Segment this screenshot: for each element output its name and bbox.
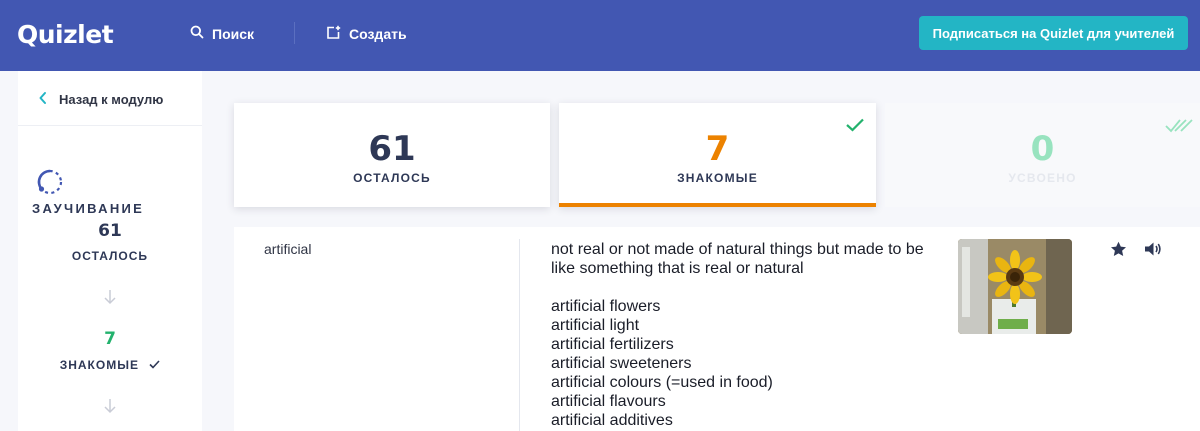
term-row: artificial not real or not made of natur… [234,227,1200,431]
remaining-stat-card: 61 ОСТАЛОСЬ [234,103,550,207]
search-icon [190,25,204,42]
term-example: artificial additives [551,412,673,429]
check-icon [149,358,160,372]
mastered-stat-card: 0 УСВОЕНО [885,103,1200,207]
back-to-set-label: Назад к модулю [59,92,164,107]
term-example: artificial fertilizers [551,336,674,353]
star-icon[interactable] [1110,241,1127,262]
sidebar-remaining-count: 61 [98,221,122,241]
search-nav-label: Поиск [212,25,255,42]
familiar-count: 7 [705,129,730,169]
nav-divider [294,22,295,44]
term-example: artificial colours (=used in food) [551,374,773,391]
learn-mode-icon [35,167,65,202]
create-nav-label: Создать [349,26,407,42]
familiar-stat-card: 7 ЗНАКОМЫЕ [559,103,876,207]
term-definition-block: not real or not made of natural things b… [551,240,931,430]
term-word: artificial [264,241,312,257]
mastered-label: УСВОЕНО [1008,171,1077,185]
sidebar-familiar-count: 7 [104,329,116,349]
quizlet-logo[interactable]: Quizlet [17,20,114,49]
arrow-down-icon [103,289,117,310]
chevron-left-icon [38,91,48,110]
create-nav-button[interactable]: Создать [326,25,407,43]
term-image[interactable] [958,239,1072,334]
term-example: artificial light [551,317,640,334]
term-divider [519,239,520,431]
back-to-set-link[interactable]: Назад к модулю [18,71,202,126]
familiar-label: ЗНАКОМЫЕ [677,171,758,185]
familiar-active-bar [559,203,876,207]
arrow-down-icon [103,398,117,419]
term-definition: not real or not made of natural things b… [551,241,924,277]
sidebar-familiar-label: ЗНАКОМЫЕ [59,358,139,372]
top-header: Quizlet Поиск Создать Подписаться на Qui… [0,0,1200,71]
mastered-count: 0 [1030,129,1055,169]
sidebar-familiar-row: ЗНАКОМЫЕ [18,358,202,372]
audio-icon[interactable] [1144,241,1162,262]
learn-sidebar: Назад к модулю ЗАУЧИВАНИЕ 61 ОСТАЛОСЬ 7 … [18,71,202,431]
remaining-label: ОСТАЛОСЬ [353,171,431,185]
term-example: artificial flowers [551,298,661,315]
remaining-count: 61 [368,129,416,169]
create-set-icon [326,25,341,43]
teacher-subscribe-button[interactable]: Подписаться на Quizlet для учителей [919,16,1188,50]
term-examples: artificial flowers artificial light arti… [551,297,931,430]
search-nav-button[interactable]: Поиск [190,25,254,42]
sidebar-remaining-label: ОСТАЛОСЬ [71,249,149,263]
learn-mode-title: ЗАУЧИВАНИЕ [32,201,145,216]
term-example: artificial sweeteners [551,355,692,372]
term-example: artificial flavours [551,393,666,410]
